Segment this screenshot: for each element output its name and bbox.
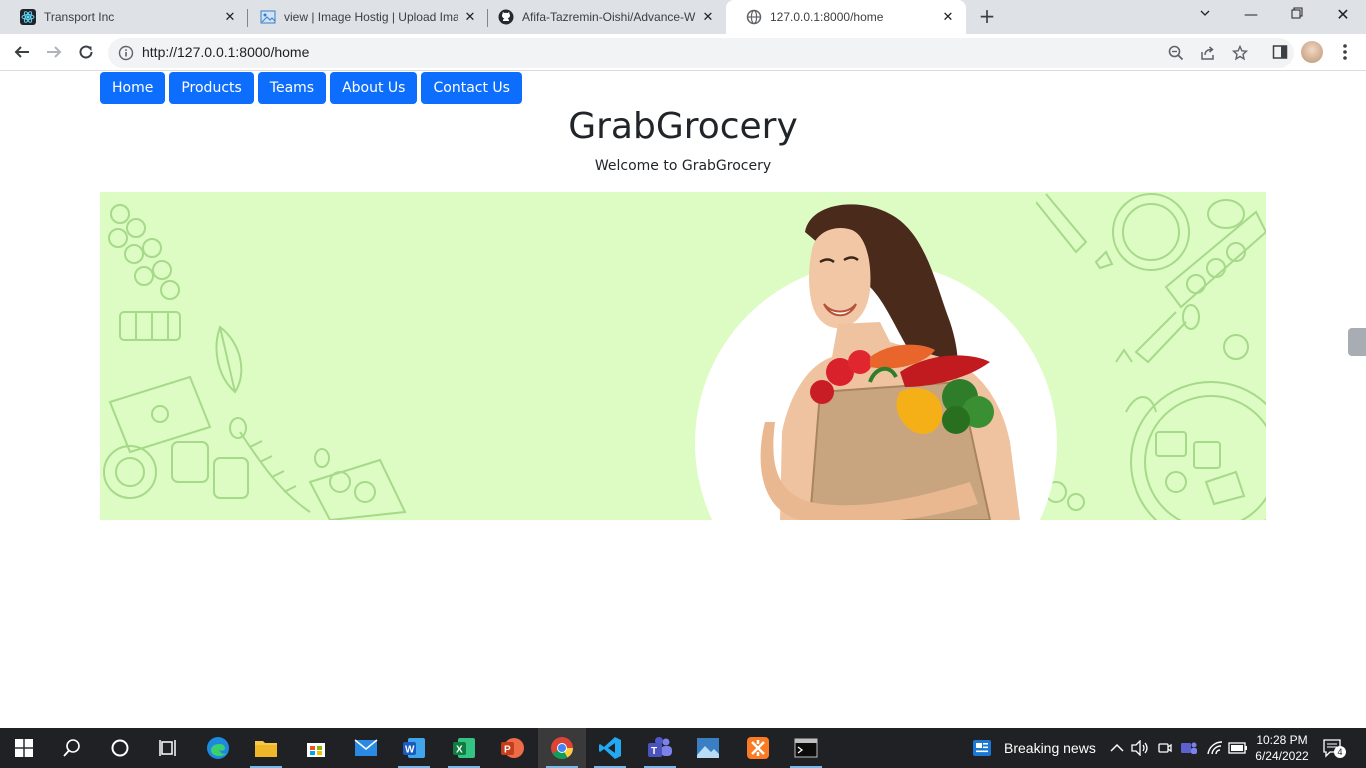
tab-github[interactable]: Afifa-Tazremin-Oishi/Advance-W ✕ xyxy=(478,0,726,34)
powerpoint-icon[interactable]: P xyxy=(488,728,536,768)
close-icon[interactable]: ✕ xyxy=(936,9,960,25)
wifi-icon[interactable] xyxy=(1206,728,1224,768)
menu-kebab-icon[interactable] xyxy=(1333,40,1357,64)
zoom-icon[interactable] xyxy=(1164,41,1188,65)
url-text: http://127.0.0.1:8000/home xyxy=(142,44,310,60)
address-bar[interactable]: http://127.0.0.1:8000/home xyxy=(108,38,1294,68)
teams-icon[interactable]: T xyxy=(636,728,684,768)
news-widget[interactable]: Breaking news xyxy=(972,728,1096,768)
browser-tab-bar: Transport Inc ✕ view | Image Hostig | Up… xyxy=(0,0,1366,34)
reload-icon[interactable] xyxy=(74,40,98,64)
photos-icon[interactable] xyxy=(684,728,732,768)
news-label: Breaking news xyxy=(1004,740,1096,756)
tab-title: view | Image Hostig | Upload Ima xyxy=(284,10,458,24)
volume-icon[interactable] xyxy=(1131,728,1149,768)
windows-taskbar: W X P T Breaking news 10:28 PM 6/24/2022… xyxy=(0,728,1366,768)
react-icon xyxy=(20,9,36,25)
meet-now-icon[interactable] xyxy=(1158,728,1172,768)
chrome-icon[interactable] xyxy=(538,728,586,768)
nav-teams-button[interactable]: Teams xyxy=(257,72,327,104)
close-icon[interactable]: ✕ xyxy=(696,9,720,25)
page-title: GrabGrocery xyxy=(568,106,798,147)
tab-transport-inc[interactable]: Transport Inc ✕ xyxy=(0,0,248,34)
mail-icon[interactable] xyxy=(342,728,390,768)
browser-toolbar: http://127.0.0.1:8000/home xyxy=(0,34,1366,71)
image-host-icon xyxy=(260,9,276,25)
vscode-icon[interactable] xyxy=(586,728,634,768)
globe-icon xyxy=(746,9,762,25)
info-icon[interactable] xyxy=(118,45,134,61)
nav-contact-us-button[interactable]: Contact Us xyxy=(421,72,522,104)
tab-search-icon[interactable] xyxy=(1182,0,1228,32)
svg-text:T: T xyxy=(651,746,657,757)
clock-date: 6/24/2022 xyxy=(1255,749,1309,763)
nav-home-button[interactable]: Home xyxy=(100,72,166,104)
site-nav: Home Products Teams About Us Contact Us xyxy=(100,72,522,104)
profile-avatar[interactable] xyxy=(1301,41,1323,63)
close-window-button[interactable]: ✕ xyxy=(1320,0,1366,32)
back-icon[interactable] xyxy=(10,40,34,64)
nav-products-button[interactable]: Products xyxy=(169,72,254,104)
tab-title: Transport Inc xyxy=(44,10,115,24)
tab-title: 127.0.0.1:8000/home xyxy=(770,10,884,24)
store-icon[interactable] xyxy=(292,728,340,768)
side-panel-handle[interactable] xyxy=(1348,328,1366,356)
task-view-icon[interactable] xyxy=(144,728,192,768)
news-icon xyxy=(973,740,991,756)
grocery-doodles-right xyxy=(1036,193,1266,520)
windows-start-icon[interactable] xyxy=(0,728,48,768)
hero-banner xyxy=(100,192,1266,520)
bookmark-star-icon[interactable] xyxy=(1228,41,1252,65)
close-icon[interactable]: ✕ xyxy=(218,9,242,25)
cortana-icon[interactable] xyxy=(96,728,144,768)
show-hidden-icons[interactable] xyxy=(1110,728,1124,768)
new-tab-button[interactable]: + xyxy=(975,4,999,30)
tab-localhost-home[interactable]: 127.0.0.1:8000/home ✕ xyxy=(726,0,966,34)
tab-title: Afifa-Tazremin-Oishi/Advance-W xyxy=(522,10,696,24)
maximize-button[interactable] xyxy=(1274,0,1320,32)
file-explorer-icon[interactable] xyxy=(242,728,290,768)
page-subtitle: Welcome to GrabGrocery xyxy=(594,158,772,174)
woman-holding-groceries-image xyxy=(760,204,1020,520)
svg-text:W: W xyxy=(405,745,415,756)
excel-icon[interactable]: X xyxy=(440,728,488,768)
terminal-icon[interactable] xyxy=(782,728,830,768)
nav-about-us-button[interactable]: About Us xyxy=(330,72,418,104)
tab-image-hosting[interactable]: view | Image Hostig | Upload Ima ✕ xyxy=(240,0,488,34)
notification-count: 4 xyxy=(1334,746,1346,758)
clock[interactable]: 10:28 PM 6/24/2022 xyxy=(1254,728,1310,768)
github-icon xyxy=(498,9,514,25)
minimize-button[interactable]: — xyxy=(1228,0,1274,32)
word-icon[interactable]: W xyxy=(390,728,438,768)
side-panel-icon[interactable] xyxy=(1268,40,1292,64)
svg-text:X: X xyxy=(456,745,463,756)
grocery-doodles-left xyxy=(103,204,407,520)
battery-icon[interactable] xyxy=(1228,728,1248,768)
edge-icon[interactable] xyxy=(194,728,242,768)
teams-tray-icon[interactable] xyxy=(1180,728,1198,768)
forward-icon[interactable] xyxy=(42,40,66,64)
clock-time: 10:28 PM xyxy=(1256,733,1308,747)
share-icon[interactable] xyxy=(1196,41,1220,65)
search-icon[interactable] xyxy=(48,728,96,768)
xampp-icon[interactable] xyxy=(734,728,782,768)
svg-text:P: P xyxy=(504,745,511,756)
notification-center-icon[interactable]: 4 xyxy=(1322,728,1346,768)
